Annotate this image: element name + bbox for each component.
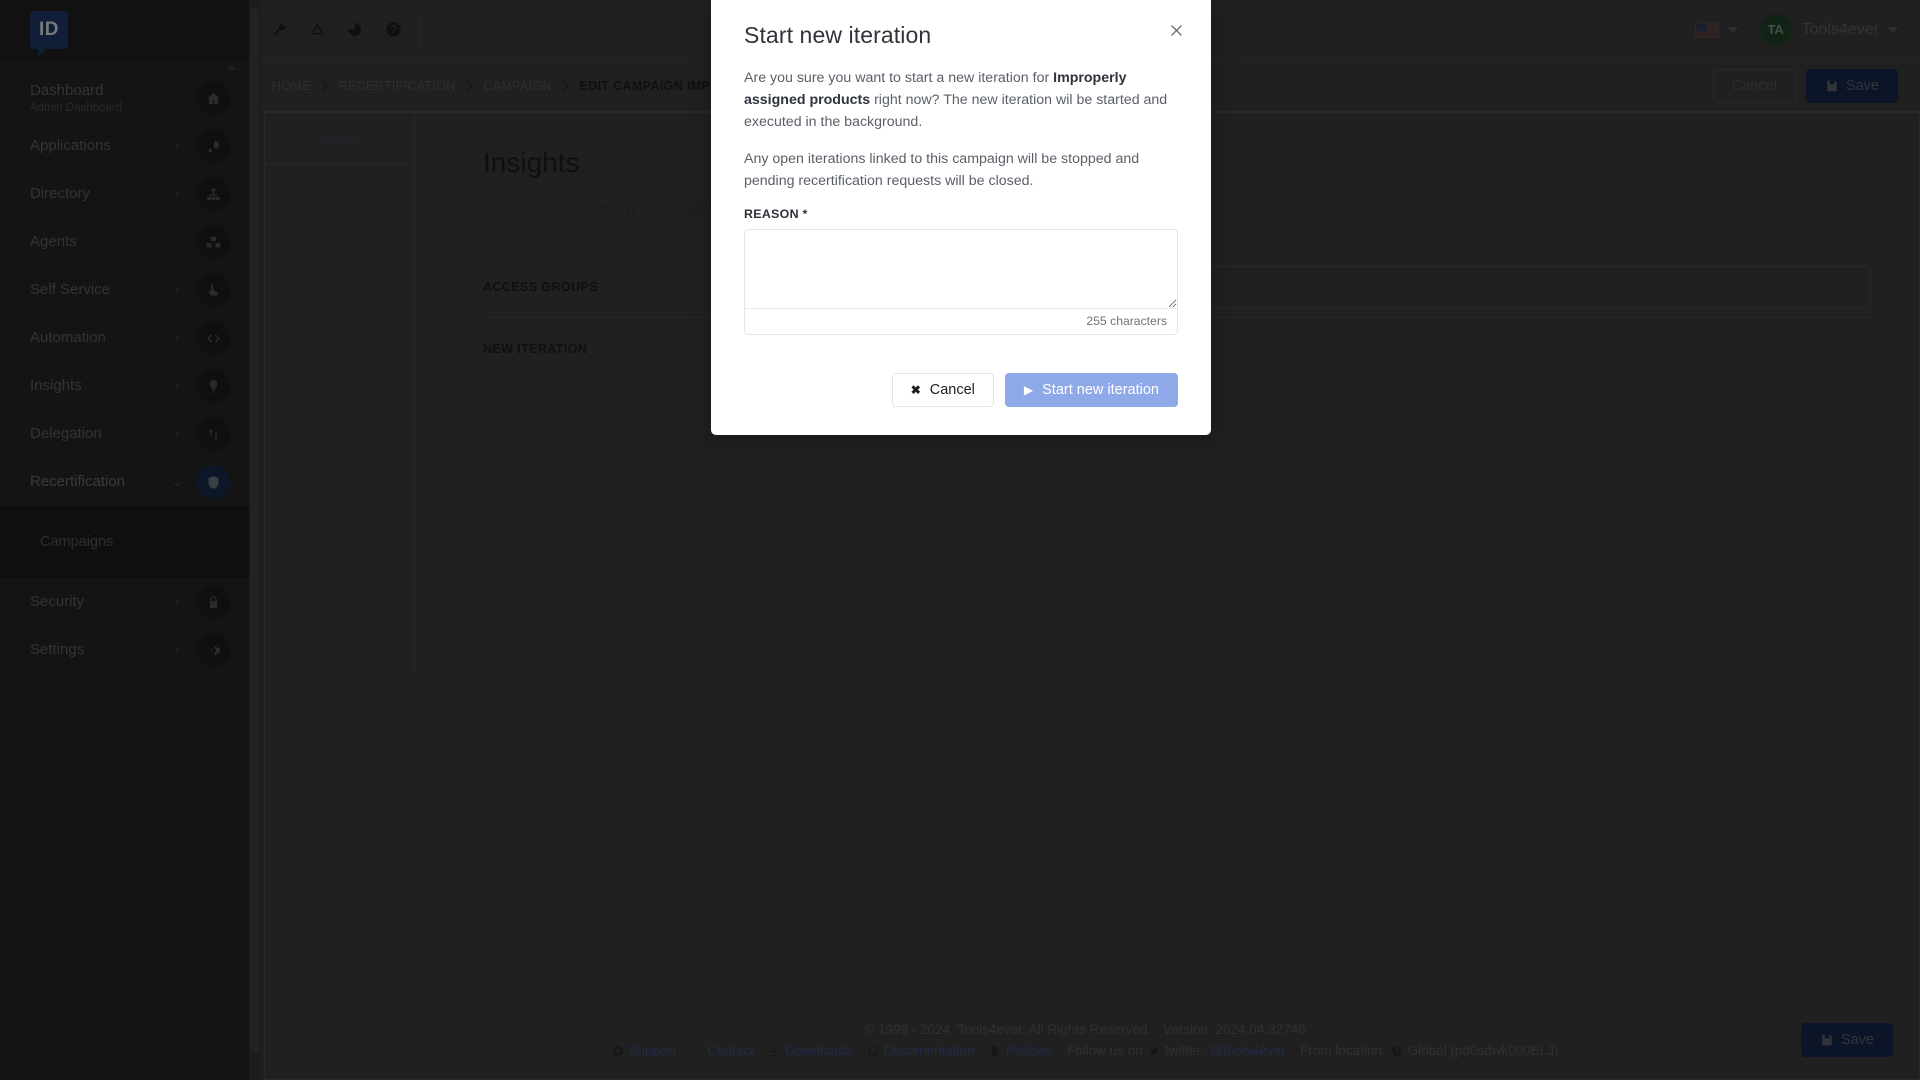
reason-field-wrapper: 255 characters [744, 229, 1178, 335]
dialog-confirm-label: Start new iteration [1042, 382, 1159, 398]
dialog-paragraph-1: Are you sure you want to start a new ite… [744, 67, 1178, 133]
dialog-actions: ✖ Cancel ▶ Start new iteration [744, 373, 1178, 407]
dialog-cancel-button[interactable]: ✖ Cancel [891, 373, 994, 407]
start-new-iteration-dialog: Start new iteration Are you sure you wan… [711, 0, 1211, 435]
dialog-paragraph-2: Any open iterations linked to this campa… [744, 151, 1140, 189]
reason-char-counter: 255 characters [745, 308, 1177, 334]
reason-input[interactable] [745, 230, 1177, 308]
application-root: ID Dashboard Admin Dashboard Application… [0, 0, 1920, 1080]
play-icon: ▶ [1023, 383, 1034, 397]
close-x-icon: ✖ [910, 383, 921, 397]
reason-field-label: REASON * [744, 207, 808, 221]
dialog-cancel-label: Cancel [929, 382, 975, 398]
close-icon[interactable] [1165, 19, 1187, 41]
dialog-confirm-button[interactable]: ▶ Start new iteration [1004, 373, 1178, 407]
dialog-paragraph-1-pre: Are you sure you want to start a new ite… [744, 70, 1054, 86]
dialog-title: Start new iteration [744, 22, 932, 48]
